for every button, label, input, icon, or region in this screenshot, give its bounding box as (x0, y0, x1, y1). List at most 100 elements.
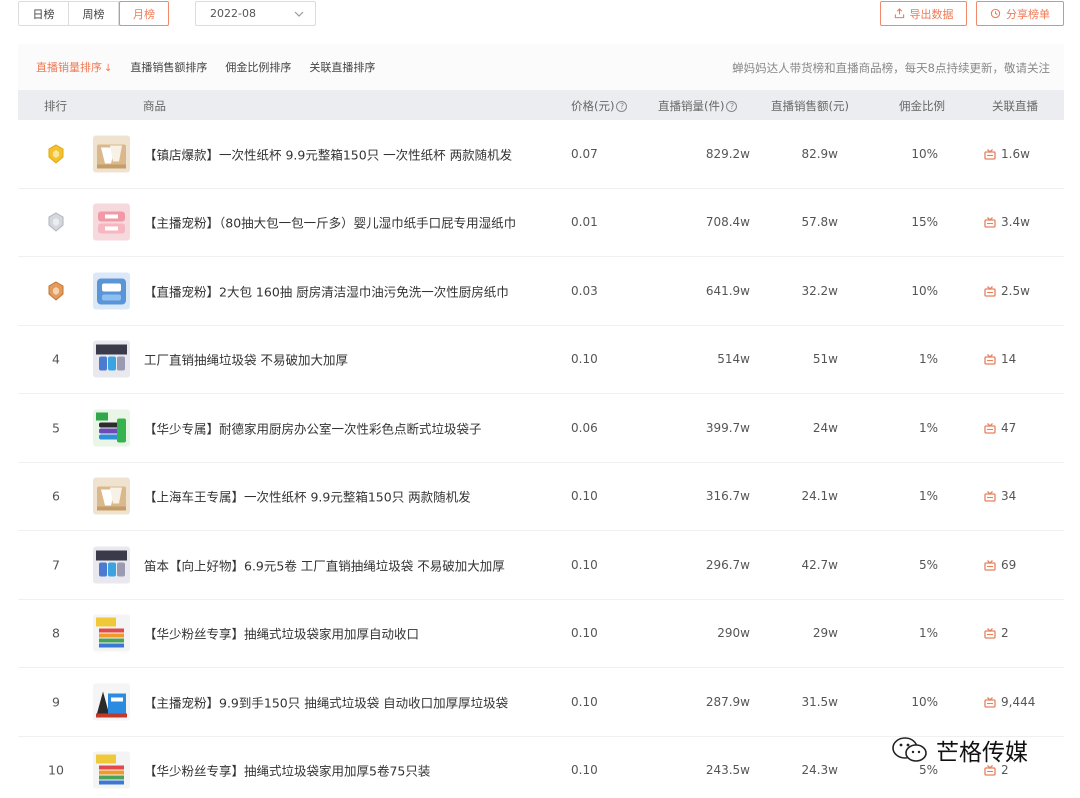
product-thumbnail[interactable] (93, 477, 130, 515)
related-live[interactable]: 3.4w (984, 215, 1030, 229)
sort-by-live-revenue[interactable]: 直播销售额排序 (130, 59, 207, 75)
sort-by-related-live[interactable]: 关联直播排序 (309, 59, 375, 75)
toolbar: 日榜 周榜 月榜 2022-08 导出数据 分享榜单 (0, 0, 1080, 32)
live-revenue: 31.5w (801, 694, 838, 709)
table-row[interactable]: 9 【主播宠粉】9.9到手150只 抽绳式垃圾袋 自动收口加厚厚垃圾袋 0.10… (18, 668, 1064, 737)
related-live[interactable]: 9,444 (984, 695, 1035, 709)
header-rank: 排行 (44, 99, 67, 113)
product-thumbnail[interactable] (93, 135, 130, 173)
tab-monthly[interactable]: 月榜 (119, 1, 169, 26)
price: 0.06 (571, 420, 598, 435)
date-value: 2022-08 (210, 7, 256, 20)
live-room-icon (984, 422, 996, 434)
related-live[interactable]: 1.6w (984, 147, 1030, 161)
live-room-icon (984, 559, 996, 571)
related-live[interactable]: 14 (984, 352, 1016, 366)
header-sales: 直播销量(件)? (658, 98, 738, 114)
related-live-count: 14 (1001, 352, 1017, 367)
product-thumbnail[interactable] (93, 340, 130, 378)
product-thumbnail[interactable] (93, 546, 130, 584)
product-thumbnail[interactable] (93, 409, 130, 447)
live-sales: 399.7w (705, 420, 750, 435)
product-name[interactable]: 【镇店爆款】一次性纸杯 9.9元整箱150只 一次性纸杯 两款随机发 (144, 144, 512, 163)
related-live[interactable]: 2 (984, 626, 1009, 640)
export-data-button[interactable]: 导出数据 (880, 1, 967, 26)
related-live[interactable]: 69 (984, 558, 1016, 572)
tab-daily[interactable]: 日榜 (19, 2, 69, 25)
live-room-icon (984, 628, 996, 639)
live-revenue: 29w (812, 626, 838, 641)
product-thumbnail[interactable] (93, 272, 130, 310)
live-revenue: 32.2w (801, 283, 838, 298)
help-icon[interactable]: ? (726, 100, 738, 112)
sort-by-commission[interactable]: 佣金比例排序 (225, 59, 291, 75)
product-name[interactable]: 【华少专属】耐德家用厨房办公室一次性彩色点断式垃圾袋子 (144, 418, 482, 437)
price: 0.10 (571, 763, 598, 778)
product-name[interactable]: 笛本【向上好物】6.9元5卷 工厂直销抽绳垃圾袋 不易破加大加厚 (144, 555, 505, 574)
product-name[interactable]: 【主播宠粉】9.9到手150只 抽绳式垃圾袋 自动收口加厚厚垃圾袋 (144, 692, 508, 711)
table-header: 排行 商品 价格(元)? 直播销量(件)? 直播销售额(元) 佣金比例 关联直播 (18, 90, 1064, 120)
share-list-button[interactable]: 分享榜单 (976, 1, 1064, 26)
table-body: 1 【镇店爆款】一次性纸杯 9.9元整箱150只 一次性纸杯 两款随机发 0.0… (18, 120, 1064, 798)
product-name[interactable]: 工厂直销抽绳垃圾袋 不易破加大加厚 (144, 350, 348, 369)
table-row[interactable]: 8 【华少粉丝专享】抽绳式垃圾袋家用加厚自动收口 0.10 290w 29w 1… (18, 600, 1064, 668)
product-name[interactable]: 【华少粉丝专享】抽绳式垃圾袋家用加厚5卷75只装 (144, 761, 430, 780)
live-room-icon (984, 696, 996, 708)
product-name[interactable]: 【主播宠粉】（80抽大包一包一斤多）婴儿湿巾纸手口屁专用湿纸巾 (144, 213, 516, 232)
live-sales: 287.9w (705, 694, 750, 709)
price: 0.10 (571, 352, 598, 367)
ranking-card: 直播销量排序 ↓ 直播销售额排序 佣金比例排序 关联直播排序 蝉妈妈达人带货榜和直… (18, 44, 1064, 798)
live-room-icon (984, 491, 996, 502)
header-sales-label: 直播销量(件) (658, 99, 725, 113)
product-name[interactable]: 【直播宠粉】2大包 160抽 厨房清洁湿巾油污免洗一次性厨房纸巾 (144, 281, 509, 300)
table-row[interactable]: 7 笛本【向上好物】6.9元5卷 工厂直销抽绳垃圾袋 不易破加大加厚 0.10 … (18, 531, 1064, 600)
commission-rate: 1% (918, 420, 938, 435)
commission-rate: 15% (911, 215, 938, 230)
date-select[interactable]: 2022-08 (195, 1, 316, 26)
header-commission: 佣金比例 (899, 99, 945, 113)
period-tabs: 日榜 周榜 月榜 (18, 1, 169, 26)
table-row[interactable]: 4 工厂直销抽绳垃圾袋 不易破加大加厚 0.10 514w 51w 1% 14 (18, 326, 1064, 394)
table-row[interactable]: 2 【主播宠粉】（80抽大包一包一斤多）婴儿湿巾纸手口屁专用湿纸巾 0.01 7… (18, 189, 1064, 257)
commission-rate: 1% (918, 352, 938, 367)
export-label: 导出数据 (909, 7, 954, 21)
sort-down-icon: ↓ (104, 63, 113, 74)
commission-rate: 10% (911, 694, 938, 709)
tab-weekly[interactable]: 周榜 (69, 2, 119, 25)
live-sales: 316.7w (705, 489, 750, 504)
table-row[interactable]: 5 【华少专属】耐德家用厨房办公室一次性彩色点断式垃圾袋子 0.06 399.7… (18, 394, 1064, 463)
table-row[interactable]: 6 【上海车王专属】一次性纸杯 9.9元整箱150只 两款随机发 0.10 31… (18, 463, 1064, 531)
related-live[interactable]: 47 (984, 421, 1016, 435)
live-revenue: 57.8w (801, 215, 838, 230)
live-revenue: 24.3w (801, 763, 838, 778)
gold-medal-icon: 1 (47, 144, 65, 164)
silver-medal-icon: 2 (47, 212, 65, 232)
live-revenue: 24.1w (801, 489, 838, 504)
product-name[interactable]: 【上海车王专属】一次性纸杯 9.9元整箱150只 两款随机发 (144, 487, 471, 506)
product-name[interactable]: 【华少粉丝专享】抽绳式垃圾袋家用加厚自动收口 (144, 624, 419, 643)
table-row[interactable]: 3 【直播宠粉】2大包 160抽 厨房清洁湿巾油污免洗一次性厨房纸巾 0.03 … (18, 257, 1064, 326)
related-live[interactable]: 34 (984, 489, 1016, 503)
header-price-label: 价格(元) (571, 99, 615, 113)
related-live[interactable]: 2.5w (984, 284, 1030, 298)
sort-by-live-sales[interactable]: 直播销量排序 ↓ (36, 59, 112, 75)
export-icon (894, 8, 904, 19)
related-live-count: 2 (1001, 626, 1009, 641)
product-thumbnail[interactable] (93, 751, 130, 789)
price: 0.01 (571, 215, 598, 230)
product-thumbnail[interactable] (93, 614, 130, 652)
live-revenue: 82.9w (801, 146, 838, 161)
live-sales: 290w (717, 626, 750, 641)
table-row[interactable]: 1 【镇店爆款】一次性纸杯 9.9元整箱150只 一次性纸杯 两款随机发 0.0… (18, 120, 1064, 189)
commission-rate: 5% (918, 557, 938, 572)
wechat-icon (892, 737, 927, 762)
help-icon[interactable]: ? (616, 100, 628, 112)
sort-label: 直播销量排序 (36, 61, 102, 74)
product-thumbnail[interactable] (93, 683, 130, 721)
commission-rate: 10% (911, 283, 938, 298)
related-live-count: 3.4w (1001, 215, 1030, 230)
live-room-icon (984, 148, 996, 160)
product-thumbnail[interactable] (93, 203, 130, 241)
commission-rate: 1% (918, 489, 938, 504)
price: 0.10 (571, 489, 598, 504)
